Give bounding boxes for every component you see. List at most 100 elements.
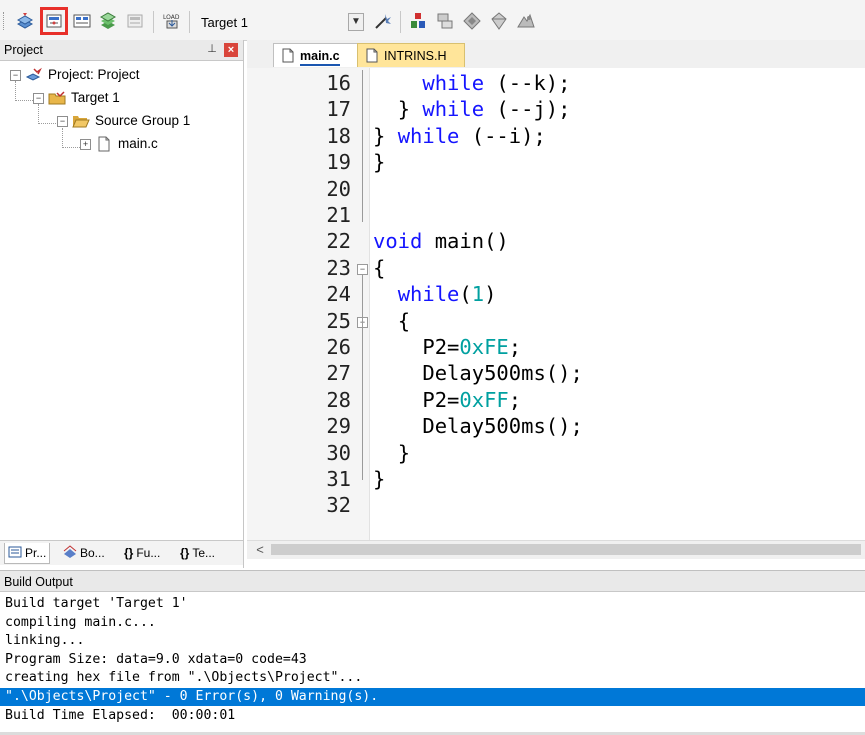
tree-item-main-c[interactable]: + main.c: [80, 134, 158, 154]
line-number: 31: [326, 467, 351, 491]
pack-installer-icon[interactable]: [489, 11, 509, 31]
tree-item-project[interactable]: − Project: Project: [10, 65, 140, 85]
file-icon: [95, 136, 113, 152]
tree-item-source-group[interactable]: − Source Group 1: [57, 111, 190, 131]
tab-label: INTRINS.H: [384, 49, 447, 63]
code-text: }: [373, 149, 385, 175]
collapse-icon[interactable]: −: [57, 115, 68, 127]
number-token: 1: [471, 282, 485, 307]
panel-tab-strip: Pr... Bo... {} Fu... {} Te...: [0, 540, 243, 565]
target-select[interactable]: Target 1: [195, 12, 365, 33]
functions-icon: {}: [124, 546, 134, 560]
batch-build-icon[interactable]: [98, 11, 118, 31]
translate-icon[interactable]: [15, 11, 35, 31]
tree-connector: [15, 100, 35, 101]
build-output-line[interactable]: Build Time Elapsed: 00:00:01: [0, 707, 865, 725]
code-token: }: [397, 97, 423, 122]
fold-guide-line: [362, 70, 363, 164]
tab-templates[interactable]: {} Te...: [180, 543, 215, 563]
code-text: while(1): [373, 281, 497, 307]
code-token: {: [373, 255, 386, 280]
toolbar-separator: [400, 11, 401, 33]
build-output-line[interactable]: creating hex file from ".\Objects\Projec…: [0, 669, 865, 687]
build-output-line[interactable]: Build target 'Target 1': [0, 595, 865, 613]
scroll-left-icon[interactable]: <: [253, 543, 267, 557]
tree-item-label: Project: Project: [48, 67, 140, 82]
code-text: {: [373, 308, 410, 334]
code-token: P2=: [422, 335, 460, 359]
code-text: void main(): [373, 228, 509, 254]
build-output-line[interactable]: Program Size: data=9.0 xdata=0 code=43: [0, 651, 865, 669]
code-token: ;: [508, 335, 522, 359]
pin-icon[interactable]: ⊥: [205, 42, 219, 56]
line-number: 20: [326, 176, 351, 201]
code-token: {: [397, 308, 411, 333]
close-icon[interactable]: ×: [224, 43, 238, 57]
tab-intrins-h[interactable]: INTRINS.H: [357, 43, 465, 67]
project-icon: [25, 67, 43, 83]
code-text: P2=0xFE;: [373, 334, 521, 360]
editor-tab-strip: main.c INTRINS.H: [247, 40, 865, 69]
project-panel-header: Project ⊥ ×: [0, 40, 243, 61]
line-number: 27: [326, 361, 351, 386]
line-number: 25: [326, 308, 351, 333]
keyword-token: while: [397, 282, 460, 307]
select-packs-icon[interactable]: [462, 11, 482, 31]
chevron-down-icon[interactable]: ▼: [348, 13, 364, 31]
books-icon: [63, 545, 77, 559]
collapse-icon[interactable]: −: [10, 69, 21, 81]
line-number: 28: [326, 387, 351, 412]
code-token: Delay500ms();: [422, 361, 583, 386]
tab-functions[interactable]: {} Fu...: [124, 543, 160, 563]
line-number: 17: [326, 97, 351, 122]
tab-main-c[interactable]: main.c: [273, 43, 361, 67]
toolbar-grip[interactable]: [3, 12, 7, 30]
stop-build-icon[interactable]: [125, 11, 145, 31]
target-options-icon[interactable]: [373, 11, 393, 31]
build-output-line[interactable]: linking...: [0, 632, 865, 650]
build-output-panel[interactable]: Build target 'Target 1' compiling main.c.…: [0, 593, 865, 735]
line-number: 21: [326, 203, 351, 227]
code-token: }: [397, 440, 411, 465]
code-text: while (--k);: [373, 70, 570, 96]
target-folder-icon: [48, 90, 66, 106]
tree-item-label: Source Group 1: [95, 113, 191, 128]
tab-project[interactable]: Pr...: [4, 543, 51, 564]
collapse-icon[interactable]: −: [33, 92, 44, 104]
project-panel-title: Project: [4, 43, 43, 57]
keyword-token: void: [373, 229, 423, 254]
tree-item-target[interactable]: − Target 1: [33, 88, 120, 108]
line-number: 23: [326, 255, 351, 280]
tab-books[interactable]: Bo...: [63, 543, 105, 563]
code-token: (: [459, 282, 472, 307]
build-output-line[interactable]: compiling main.c...: [0, 614, 865, 632]
file-extensions-icon[interactable]: [435, 11, 455, 31]
download-icon[interactable]: LOAD: [162, 11, 182, 31]
event-recorder-icon[interactable]: [516, 11, 536, 31]
folder-open-icon: [72, 113, 90, 129]
fold-collapse-icon[interactable]: −: [357, 263, 368, 275]
build-output-line[interactable]: ".\Objects\Project" - 0 Error(s), 0 Warn…: [0, 688, 865, 706]
horizontal-scrollbar[interactable]: <: [247, 540, 865, 559]
keyword-token: while: [422, 97, 485, 122]
line-number: 22: [326, 229, 351, 254]
code-text: Delay500ms();: [373, 360, 583, 386]
scrollbar-thumb[interactable]: [271, 544, 861, 555]
manage-components-icon[interactable]: [408, 11, 428, 31]
expand-icon[interactable]: +: [80, 138, 91, 150]
rebuild-icon[interactable]: [72, 11, 92, 31]
build-icon[interactable]: [40, 7, 68, 35]
line-number: 29: [326, 414, 351, 439]
fold-guide-line: [362, 163, 363, 222]
code-token: main(): [422, 229, 509, 254]
svg-text:LOAD: LOAD: [163, 14, 180, 21]
tree-connector: [62, 128, 63, 148]
code-editor[interactable]: 16 while (--k); 17 } while (--j); 18} whil…: [247, 68, 865, 540]
code-text: {: [373, 255, 385, 281]
build-output-title: Build Output: [4, 575, 73, 589]
project-tab-icon: [8, 545, 22, 559]
code-text: } while (--j);: [373, 96, 571, 122]
toolbar-separator: [189, 11, 190, 33]
code-token: }: [373, 123, 398, 148]
tab-label: main.c: [300, 49, 340, 66]
